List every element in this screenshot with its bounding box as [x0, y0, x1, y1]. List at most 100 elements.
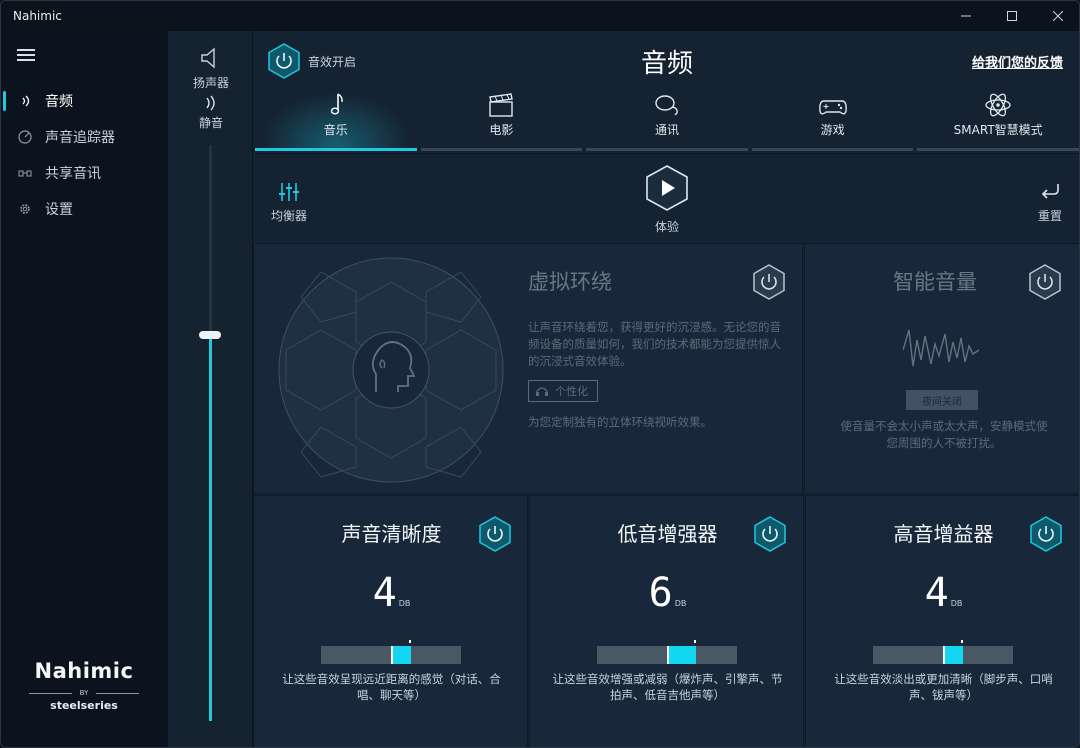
- tab-label: 游戏: [820, 123, 845, 137]
- chat-bubbles-icon: [655, 95, 678, 116]
- tab-movie[interactable]: 电影: [419, 87, 585, 151]
- tab-label: 音乐: [323, 123, 348, 137]
- personalize-button[interactable]: 个性化: [528, 380, 598, 402]
- reset-label: 重置: [1037, 209, 1062, 223]
- tab-gaming[interactable]: 游戏: [750, 87, 916, 151]
- slider-center-tick: [694, 640, 697, 643]
- card-description: 让这些音效增强或减弱（爆炸声、引擎声、节拍声、低音吉他声等）: [552, 672, 783, 702]
- tab-label: 电影: [489, 123, 514, 137]
- surround-description: 让声音环绕着您，获得更好的沉浸感。无论您的音频设备的质量如何，我们的技术都能为您…: [528, 320, 781, 368]
- bass-boost-slider[interactable]: [597, 640, 737, 664]
- menu-icon[interactable]: [17, 49, 35, 63]
- card-description: 让这些音效淡出或更加清晰（脚步声、口哨声、钹声等）: [834, 672, 1053, 702]
- card-value: 4 DB: [806, 570, 1079, 616]
- surround-note: 为您定制独有的立体环绕视听效果。: [528, 415, 712, 429]
- play-label: 体验: [654, 220, 679, 234]
- steelseries-logo: steelseries: [50, 699, 118, 712]
- clapperboard-icon: [489, 93, 514, 117]
- sidebar-item-sound-tracker[interactable]: 声音追踪器: [1, 119, 167, 155]
- tab-indicator: [751, 148, 914, 151]
- slider-fill: [667, 646, 697, 664]
- virtual-surround-panel: 虚拟环绕 让声音环绕着您，获得更好的沉浸感。无论您的音频设备的质量如何，我们的技…: [253, 243, 803, 494]
- music-note-icon: [330, 93, 343, 115]
- volume-slider-thumb[interactable]: [199, 331, 221, 340]
- card-value-number: 4: [924, 570, 949, 616]
- mute-button[interactable]: 静音: [168, 95, 254, 131]
- app-title: Nahimic: [13, 9, 62, 23]
- night-mode-button[interactable]: 夜间关闭: [906, 390, 978, 410]
- smart-volume-description: 使音量不会太小声或太大声，安静模式使您周围的人不被打扰。: [840, 419, 1048, 450]
- card-value-number: 6: [648, 570, 673, 616]
- voice-clarity-power-button[interactable]: [478, 516, 512, 552]
- tab-label: SMART智慧模式: [953, 123, 1043, 137]
- window-controls: [943, 1, 1079, 31]
- tab-bar: 音乐 电影 通讯 游戏 SMART智慧模式: [253, 87, 1079, 151]
- gamepad-icon: [818, 100, 847, 115]
- tab-indicator: [917, 148, 1079, 151]
- maximize-button[interactable]: [989, 1, 1035, 31]
- tab-label: 通讯: [654, 123, 679, 137]
- tab-indicator: [420, 148, 583, 151]
- waveform-icon: [903, 329, 979, 367]
- smart-volume-panel: 智能音量 夜间关闭 使音量不会太小声或太大声，安静模式使您周围的人不被打扰。: [804, 243, 1079, 494]
- volume-panel: 扬声器 静音: [167, 31, 254, 747]
- sidebar: 音频 声音追踪器 共享音讯 设置 Nahimic BY steelseries: [1, 31, 167, 747]
- share-audio-icon: [17, 165, 33, 181]
- radar-icon: [17, 129, 33, 145]
- bass-boost-power-button[interactable]: [753, 516, 787, 552]
- card-description: 让这些音效呈现远近距离的感觉（对话、合唱、聊天等）: [282, 672, 501, 702]
- atom-icon: [985, 93, 1011, 117]
- close-button[interactable]: [1035, 1, 1079, 31]
- gear-icon: [17, 201, 33, 217]
- headphones-icon: [536, 387, 548, 396]
- tab-indicator: [255, 148, 417, 151]
- card-value-number: 4: [372, 570, 397, 616]
- reset-button[interactable]: 重置: [1037, 180, 1063, 224]
- slider-center-tick: [960, 640, 963, 643]
- sidebar-item-settings[interactable]: 设置: [1, 191, 167, 227]
- tab-smart-mode[interactable]: SMART智慧模式: [915, 87, 1079, 151]
- surround-power-button[interactable]: [752, 264, 786, 300]
- close-icon: [1053, 11, 1063, 21]
- minimize-button[interactable]: [943, 1, 989, 31]
- smart-volume-power-button[interactable]: [1028, 264, 1062, 300]
- treble-boost-card: 高音增益器 4 DB 让这些音效淡出或更加清晰（脚步声、口哨声、钹声等）: [805, 495, 1079, 747]
- treble-boost-power-button[interactable]: [1029, 516, 1063, 552]
- title-bar: Nahimic: [1, 1, 1079, 31]
- sidebar-nav: 音频 声音追踪器 共享音讯 设置: [1, 83, 167, 227]
- tab-communication[interactable]: 通讯: [584, 87, 750, 151]
- sphere-head-icon: [278, 257, 504, 483]
- mute-label: 静音: [198, 116, 223, 130]
- bass-boost-card: 低音增强器 6 DB 让这些音效增强或减弱（爆炸声、引擎声、节拍声、低音吉他声等）: [529, 495, 805, 747]
- sidebar-item-audio[interactable]: 音频: [1, 83, 167, 119]
- voice-clarity-slider[interactable]: [321, 640, 461, 664]
- page-title: 音频: [640, 49, 693, 79]
- tab-music[interactable]: 音乐: [253, 87, 419, 151]
- active-indicator: [3, 91, 6, 111]
- smart-volume-title: 智能音量: [893, 270, 977, 294]
- sound-wave-icon: [17, 93, 33, 109]
- speaker-label: 扬声器: [192, 76, 229, 90]
- slider-center-tick: [408, 640, 411, 643]
- play-button[interactable]: [645, 164, 689, 212]
- tab-indicator: [586, 148, 748, 151]
- undo-icon: [1041, 184, 1059, 199]
- maximize-icon: [1007, 11, 1017, 21]
- sidebar-item-label: 设置: [45, 202, 73, 218]
- speaker-button[interactable]: 扬声器: [168, 45, 254, 91]
- card-value-unit: DB: [674, 599, 687, 608]
- feedback-link[interactable]: 给我们您的反馈: [972, 52, 1063, 71]
- slider-fill: [391, 646, 411, 664]
- sidebar-item-shared-audio[interactable]: 共享音讯: [1, 155, 167, 191]
- main-panel: 音效开启 音频 给我们您的反馈 音乐 电影 通讯 游戏 SMART智慧模式 均衡…: [253, 31, 1079, 747]
- speaker-icon: [201, 47, 215, 69]
- treble-boost-slider[interactable]: [873, 640, 1013, 664]
- personalize-label: 个性化: [555, 385, 588, 398]
- card-value: 4 DB: [254, 570, 529, 616]
- sound-wave-icon: [206, 95, 215, 111]
- surround-title: 虚拟环绕: [528, 270, 612, 294]
- card-value: 6 DB: [530, 570, 805, 616]
- sidebar-item-label: 音频: [45, 94, 73, 110]
- nahimic-logo: Nahimic: [34, 659, 134, 683]
- brand-by: BY: [21, 689, 147, 697]
